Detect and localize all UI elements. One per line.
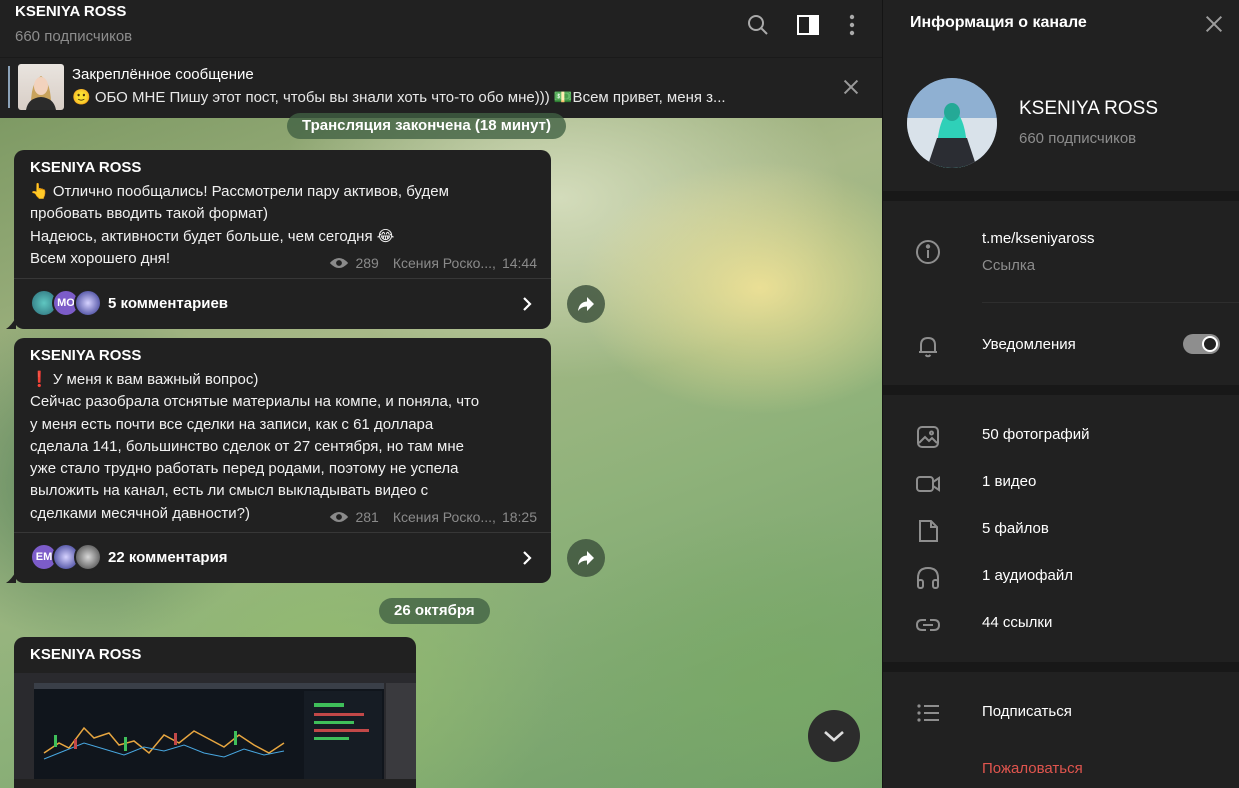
- channel-title[interactable]: KSENIYA ROSS: [15, 3, 126, 20]
- notifications-toggle[interactable]: [1183, 334, 1220, 354]
- channel-subscribers: 660 подписчиков: [1019, 130, 1137, 147]
- section-divider: [883, 662, 1239, 672]
- bubble-tail: [6, 571, 16, 583]
- section-divider: [883, 191, 1239, 201]
- pinned-thumbnail: [18, 64, 64, 110]
- sidebar-toggle-icon[interactable]: [796, 13, 820, 37]
- message-bubble[interactable]: KSENIYA ROSS: [14, 637, 416, 788]
- views-count: 281: [355, 509, 379, 525]
- comments-link[interactable]: EM 22 комментария: [30, 542, 228, 572]
- channel-link[interactable]: t.me/kseniyaross: [982, 230, 1095, 247]
- channel-name: KSENIYA ROSS: [1019, 98, 1159, 119]
- chat-header[interactable]: KSENIYA ROSS 660 подписчиков: [0, 0, 882, 58]
- message-author[interactable]: KSENIYA ROSS: [30, 159, 141, 176]
- info-icon: [916, 240, 940, 264]
- share-arrow-icon: [578, 551, 594, 565]
- message-author[interactable]: KSENIYA ROSS: [30, 347, 141, 364]
- chevron-right-icon[interactable]: [519, 550, 535, 566]
- media-files[interactable]: 5 файлов: [982, 520, 1049, 537]
- avatar: [74, 543, 102, 571]
- message-author[interactable]: KSENIYA ROSS: [30, 646, 141, 663]
- message-time: 18:25: [501, 509, 537, 525]
- toggle-knob: [1202, 336, 1218, 352]
- share-arrow-icon: [578, 297, 594, 311]
- message-time: 14:44: [501, 255, 537, 271]
- chevron-down-icon: [824, 731, 844, 742]
- notifications-label[interactable]: Уведомления: [982, 336, 1076, 353]
- bubble-separator: [14, 278, 551, 279]
- message-meta: 289 Ксения Роско..., 14:44: [329, 255, 537, 271]
- pinned-message-bar[interactable]: Закреплённое сообщение 🙂 ОБО МНЕ Пишу эт…: [0, 58, 882, 118]
- channel-info-panel: Информация о канале KSENIYA ROSS 660 под…: [882, 0, 1239, 788]
- report-button[interactable]: Пожаловаться: [982, 760, 1083, 777]
- info-panel-title: Информация о канале: [910, 14, 1087, 31]
- stream-ended-pill: Трансляция закончена (18 минут): [287, 113, 566, 139]
- pinned-title: Закреплённое сообщение: [72, 66, 254, 83]
- search-icon[interactable]: [746, 13, 770, 37]
- views-icon: [330, 512, 349, 522]
- views-icon: [330, 258, 349, 268]
- message-meta: 281 Ксения Роско..., 18:25: [329, 509, 537, 525]
- channel-subscribers: 660 подписчиков: [15, 28, 133, 45]
- comments-link[interactable]: MO 5 комментариев: [30, 288, 228, 318]
- row-separator: [982, 302, 1239, 303]
- comments-count: 22 комментария: [108, 548, 228, 566]
- commenter-avatars: EM: [30, 543, 102, 571]
- message-text: ❗ У меня к вам важный вопрос) Сейчас раз…: [30, 371, 480, 522]
- channel-link-label: Ссылка: [982, 257, 1036, 274]
- message-bubble[interactable]: KSENIYA ROSS ❗ У меня к вам важный вопро…: [6, 338, 551, 583]
- section-divider: [883, 385, 1239, 395]
- media-links[interactable]: 44 ссылки: [982, 614, 1052, 631]
- subscribe-button[interactable]: Подписаться: [982, 703, 1072, 720]
- chevron-right-icon[interactable]: [519, 296, 535, 312]
- bubble-separator: [14, 532, 551, 533]
- list-icon: [917, 704, 939, 722]
- bubble-tail: [6, 317, 16, 329]
- pinned-indicator: [8, 66, 10, 108]
- message-bubble[interactable]: KSENIYA ROSS 👆 Отлично пообщались! Рассм…: [6, 150, 551, 329]
- post-signature: Ксения Роско...,: [392, 255, 496, 271]
- scroll-to-bottom-button[interactable]: [808, 710, 860, 762]
- file-icon: [919, 520, 938, 542]
- post-signature: Ксения Роско...,: [392, 509, 496, 525]
- forward-button[interactable]: [567, 285, 605, 323]
- close-icon[interactable]: [1203, 13, 1225, 35]
- avatar: [74, 289, 102, 317]
- views-count: 289: [355, 255, 379, 271]
- commenter-avatars: MO: [30, 289, 102, 317]
- pinned-preview-text: 🙂 ОБО МНЕ Пишу этот пост, чтобы вы знали…: [72, 89, 726, 106]
- photo-icon: [917, 426, 939, 448]
- bell-icon: [919, 336, 937, 358]
- headphones-icon: [917, 566, 939, 589]
- video-icon: [916, 476, 940, 492]
- close-pinned-icon[interactable]: [840, 76, 862, 98]
- link-icon: [915, 619, 941, 631]
- trading-screen-photo: [14, 673, 416, 779]
- media-photos[interactable]: 50 фотографий: [982, 426, 1090, 443]
- media-videos[interactable]: 1 видео: [982, 473, 1036, 490]
- channel-avatar[interactable]: [907, 78, 997, 168]
- forward-button[interactable]: [567, 539, 605, 577]
- message-photo[interactable]: [14, 673, 416, 779]
- more-vertical-icon[interactable]: [840, 13, 864, 37]
- comments-count: 5 комментариев: [108, 294, 229, 312]
- media-audio[interactable]: 1 аудиофайл: [982, 567, 1073, 584]
- chat-area: KSENIYA ROSS 660 подписчиков Закреплённо…: [0, 0, 882, 788]
- date-pill: 26 октября: [379, 598, 490, 624]
